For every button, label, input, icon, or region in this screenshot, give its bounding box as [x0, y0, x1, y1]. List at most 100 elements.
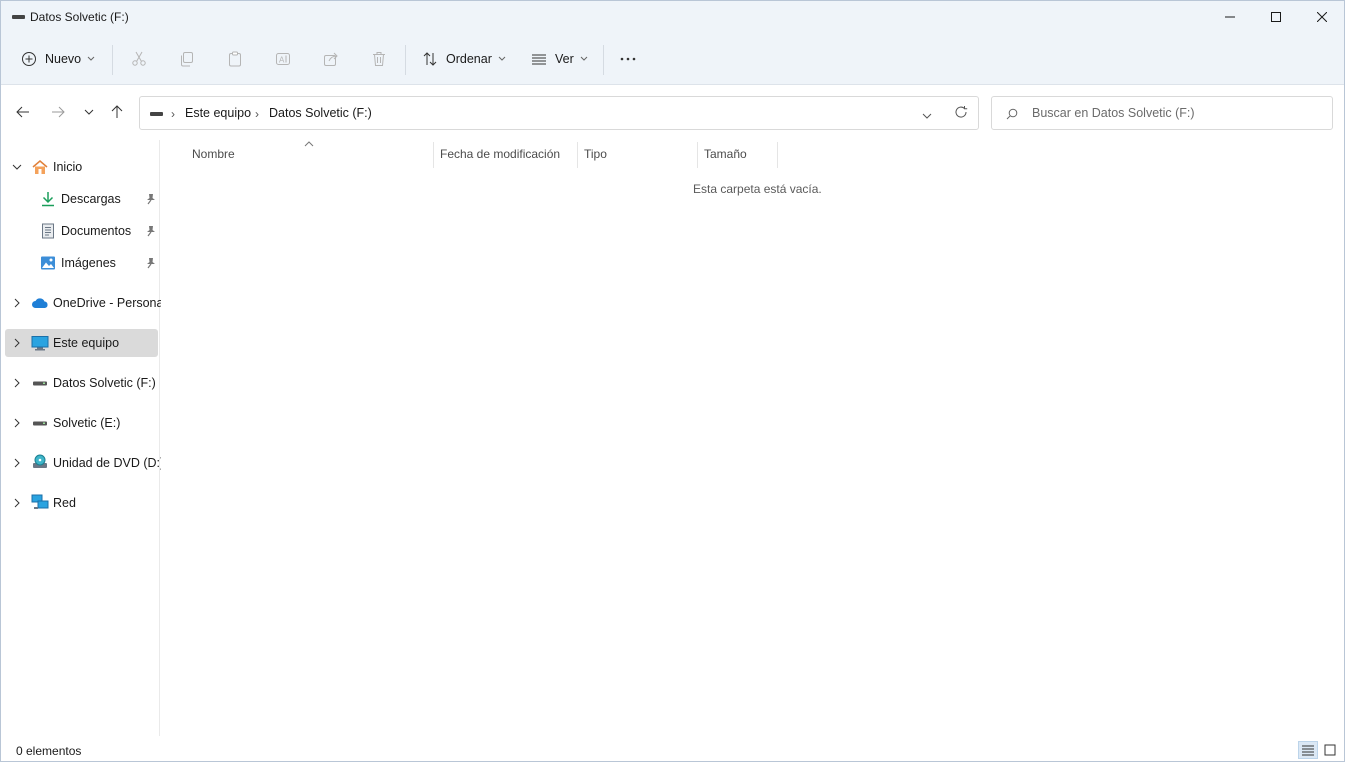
cloud-icon: [31, 294, 49, 312]
view-menu-button[interactable]: Ver: [531, 45, 588, 73]
home-icon: [31, 158, 49, 176]
navigation-pane: Inicio Descargas Documentos Imágenes One…: [1, 140, 166, 736]
pin-icon: [147, 258, 155, 269]
sidebar-item-label: Unidad de DVD (D:): [53, 456, 165, 470]
toolbar-divider: [405, 45, 406, 75]
sort-icon: [423, 52, 437, 66]
chevron-right-icon[interactable]: [11, 457, 23, 469]
image-icon: [39, 254, 57, 272]
chevron-right-icon[interactable]: [11, 497, 23, 509]
share-button[interactable]: [323, 45, 339, 73]
cut-button[interactable]: [131, 45, 147, 73]
drive-icon: [12, 15, 25, 19]
chevron-down-icon: [87, 56, 95, 61]
command-bar: Nuevo A Ordenar Ver: [1, 33, 1344, 85]
chevron-right-icon[interactable]: [11, 377, 23, 389]
computer-icon: [31, 334, 49, 352]
chevron-right-icon[interactable]: [11, 297, 23, 309]
pin-icon: [147, 226, 155, 237]
up-button[interactable]: [107, 102, 127, 122]
sort-button[interactable]: Ordenar: [422, 45, 506, 73]
chevron-right-icon[interactable]: [11, 337, 23, 349]
file-explorer-window: Datos Solvetic (F:) Nuevo A Ordenar Ver …: [0, 0, 1345, 762]
sidebar-item-red[interactable]: Red: [5, 489, 158, 517]
title-bar: Datos Solvetic (F:): [1, 1, 1344, 33]
chevron-right-icon[interactable]: [11, 417, 23, 429]
chevron-down-icon: [498, 56, 506, 61]
close-icon: [1317, 12, 1327, 22]
address-bar[interactable]: › Este equipo › Datos Solvetic (F:): [139, 96, 979, 130]
sidebar-item-label: Imágenes: [61, 256, 116, 270]
column-divider[interactable]: [577, 142, 578, 168]
document-icon: [39, 222, 57, 240]
column-divider[interactable]: [777, 142, 778, 168]
more-options-button[interactable]: [619, 45, 637, 73]
sidebar-item-inicio[interactable]: Inicio: [5, 153, 158, 181]
dvd-icon: [31, 453, 49, 471]
refresh-button[interactable]: [954, 105, 968, 122]
maximize-button[interactable]: [1253, 1, 1299, 33]
scissors-icon: [132, 51, 146, 66]
view-menu-label: Ver: [555, 52, 574, 66]
sidebar-item-descargas[interactable]: Descargas: [5, 185, 158, 213]
breadcrumb-separator: ›: [255, 107, 259, 121]
minimize-button[interactable]: [1207, 1, 1253, 33]
column-divider[interactable]: [697, 142, 698, 168]
sidebar-item-label: Solvetic (E:): [53, 416, 121, 430]
sidebar-item-label: Descargas: [61, 192, 121, 206]
sidebar-item-dvd[interactable]: Unidad de DVD (D:): [5, 449, 164, 477]
maximize-icon: [1271, 12, 1281, 22]
item-count: 0 elementos: [16, 744, 82, 758]
copy-button[interactable]: [179, 45, 195, 73]
sidebar-item-solvetic-e[interactable]: Solvetic (E:): [5, 409, 158, 437]
refresh-icon: [955, 106, 968, 118]
sidebar-item-datos-solvetic[interactable]: Datos Solvetic (F:): [5, 369, 158, 397]
arrow-up-icon: [111, 105, 123, 118]
paste-button[interactable]: [227, 45, 243, 73]
column-header-size[interactable]: Tamaño: [704, 147, 747, 161]
sidebar-item-label: Documentos: [61, 224, 132, 238]
search-placeholder: Buscar en Datos Solvetic (F:): [1032, 106, 1195, 120]
new-button[interactable]: Nuevo: [21, 45, 95, 73]
column-header-date[interactable]: Fecha de modificación: [440, 147, 560, 161]
svg-text:A: A: [279, 56, 285, 65]
plus-circle-icon: [22, 52, 36, 66]
clipboard-icon: [229, 51, 241, 67]
toolbar-divider: [603, 45, 604, 75]
tiles-view-button[interactable]: [1320, 741, 1340, 759]
search-box[interactable]: Buscar en Datos Solvetic (F:): [991, 96, 1333, 130]
empty-folder-message: Esta carpeta está vacía.: [693, 182, 822, 196]
sort-button-label: Ordenar: [446, 52, 492, 66]
back-button[interactable]: [13, 102, 33, 122]
new-button-label: Nuevo: [45, 52, 82, 66]
breadcrumb-item[interactable]: Este equipo: [185, 106, 251, 120]
navigation-row: › Este equipo › Datos Solvetic (F:) Busc…: [1, 86, 1344, 139]
search-icon: [1006, 108, 1018, 120]
delete-button[interactable]: [371, 45, 387, 73]
chevron-down-icon[interactable]: [11, 161, 23, 173]
column-divider[interactable]: [433, 142, 434, 168]
copy-icon: [181, 52, 193, 67]
rename-button[interactable]: A: [275, 45, 291, 73]
trash-icon: [373, 52, 385, 66]
column-header-name[interactable]: Nombre: [192, 147, 235, 161]
more-icon: [620, 57, 636, 61]
rename-icon: A: [276, 53, 290, 65]
details-view-icon: [1302, 745, 1314, 756]
forward-button[interactable]: [48, 102, 68, 122]
sidebar-item-onedrive[interactable]: OneDrive - Personal: [5, 289, 166, 317]
network-icon: [31, 493, 49, 511]
column-header-type[interactable]: Tipo: [584, 147, 607, 161]
sidebar-item-imagenes[interactable]: Imágenes: [5, 249, 158, 277]
breadcrumb-item[interactable]: Datos Solvetic (F:): [269, 106, 372, 120]
sidebar-item-documentos[interactable]: Documentos: [5, 217, 158, 245]
sidebar-item-label: Datos Solvetic (F:): [53, 376, 156, 390]
address-dropdown-button[interactable]: [922, 109, 932, 123]
sidebar-item-label: Red: [53, 496, 76, 510]
details-view-button[interactable]: [1298, 741, 1318, 759]
sidebar-item-este-equipo[interactable]: Este equipo: [5, 329, 158, 357]
close-button[interactable]: [1299, 1, 1345, 33]
view-list-icon: [532, 54, 546, 65]
status-bar: 0 elementos: [1, 739, 1344, 761]
recent-locations-button[interactable]: [79, 102, 99, 122]
